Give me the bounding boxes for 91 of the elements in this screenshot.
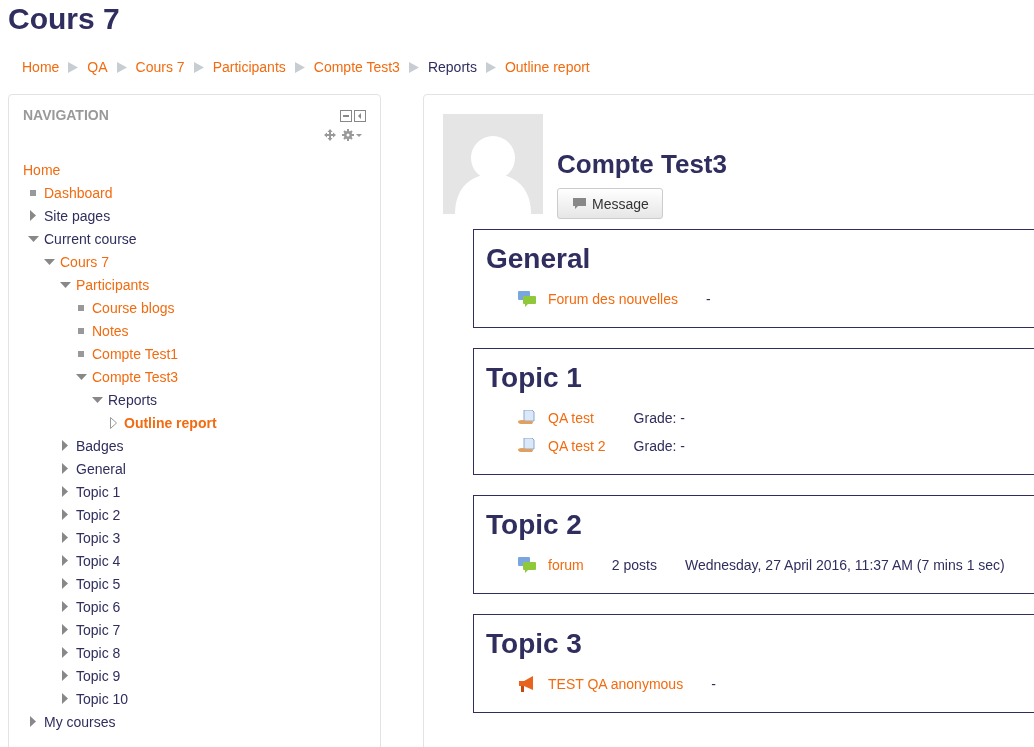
bullet-icon <box>78 304 84 311</box>
block-title: NAVIGATION <box>23 107 109 123</box>
collapsed-arrow-icon[interactable] <box>62 555 68 566</box>
expanded-arrow-icon[interactable] <box>43 258 55 265</box>
navigation-link[interactable]: Course blogs <box>92 299 175 316</box>
forum-icon <box>518 557 536 573</box>
bullet-icon <box>78 350 84 357</box>
collapsed-arrow-icon[interactable] <box>62 624 68 635</box>
breadcrumb-link[interactable]: Compte Test3 <box>313 59 400 75</box>
activity-link[interactable]: QA test 2 <box>548 432 606 460</box>
breadcrumb-separator-icon <box>68 61 79 73</box>
activity-detail: - <box>705 290 711 309</box>
speech-bubble-icon <box>573 197 586 210</box>
activity-detail: Wednesday, 27 April 2016, 11:37 AM (7 mins 1 sec) <box>684 556 1005 575</box>
navigation-item[interactable]: Badges <box>76 437 124 454</box>
navigation-item[interactable]: Topic 9 <box>76 667 121 684</box>
navigation-item[interactable]: Topic 6 <box>76 598 121 615</box>
navigation-item[interactable]: Topic 2 <box>76 506 121 523</box>
expanded-arrow-icon[interactable] <box>91 396 103 403</box>
navigation-item[interactable]: Reports <box>108 391 158 408</box>
navigation-item[interactable]: Topic 3 <box>76 529 121 546</box>
expanded-arrow-icon[interactable] <box>27 235 39 242</box>
bullet-icon <box>78 327 84 334</box>
dock-icon[interactable] <box>354 110 366 122</box>
section-title: Topic 2 <box>486 509 583 541</box>
quiz-icon <box>518 438 536 454</box>
navigation-link[interactable]: Cours 7 <box>60 253 110 270</box>
collapsed-arrow-icon[interactable] <box>62 601 68 612</box>
section-title: Topic 1 <box>486 362 583 394</box>
settings-icon[interactable] <box>342 129 362 141</box>
megaphone-icon <box>518 676 536 692</box>
breadcrumb-link[interactable]: Outline report <box>504 59 590 75</box>
collapsed-arrow-icon <box>109 416 117 429</box>
move-icon[interactable] <box>324 129 336 141</box>
navigation-link[interactable]: Participants <box>76 276 150 293</box>
section-title: General <box>486 243 592 275</box>
navigation-item[interactable]: General <box>76 460 126 477</box>
message-button[interactable]: Message <box>557 188 663 219</box>
activity-detail: Grade: - <box>633 409 685 428</box>
collapsed-arrow-icon[interactable] <box>30 716 36 727</box>
collapsed-arrow-icon[interactable] <box>30 210 36 221</box>
section-title: Topic 3 <box>486 628 583 660</box>
collapsed-arrow-icon[interactable] <box>62 670 68 681</box>
collapsed-arrow-icon[interactable] <box>62 440 68 451</box>
navigation-item[interactable]: Current course <box>44 230 137 247</box>
breadcrumb-link[interactable]: Participants <box>212 59 286 75</box>
collapsed-arrow-icon[interactable] <box>62 463 68 474</box>
activity-detail: - <box>711 675 716 694</box>
collapsed-arrow-icon[interactable] <box>62 693 68 704</box>
activity-detail: 2 posts <box>611 556 657 575</box>
breadcrumb-link[interactable]: Home <box>22 59 60 75</box>
navigation-item[interactable]: Topic 7 <box>76 621 121 638</box>
activity-link[interactable]: QA test <box>548 404 606 432</box>
collapsed-arrow-icon[interactable] <box>62 532 68 543</box>
navigation-link[interactable]: Dashboard <box>44 184 113 201</box>
activity-link[interactable]: forum <box>548 551 584 579</box>
page-title: Cours 7 <box>7 1 121 37</box>
activity-link[interactable]: TEST QA anonymous <box>548 670 684 698</box>
minimize-icon[interactable] <box>340 110 352 122</box>
breadcrumb-separator-icon <box>193 61 204 73</box>
collapsed-arrow-icon[interactable] <box>62 509 68 520</box>
navigation-item[interactable]: Topic 1 <box>76 483 121 500</box>
navigation-item[interactable]: Topic 8 <box>76 644 121 661</box>
breadcrumb-item[interactable]: Reports <box>427 59 477 75</box>
collapsed-arrow-icon[interactable] <box>62 647 68 658</box>
breadcrumb-separator-icon <box>485 61 496 73</box>
navigation-link[interactable]: Notes <box>92 322 129 339</box>
forum-icon <box>518 291 536 307</box>
breadcrumb-separator-icon <box>294 61 305 73</box>
navigation-link[interactable]: Compte Test1 <box>92 345 179 362</box>
breadcrumb-separator-icon <box>116 61 127 73</box>
navigation-link[interactable]: Compte Test3 <box>92 368 179 385</box>
quiz-icon <box>518 410 536 426</box>
navigation-link[interactable]: Outline report <box>124 414 217 431</box>
user-name: Compte Test3 <box>557 148 727 180</box>
navigation-item[interactable]: Topic 10 <box>76 690 129 707</box>
navigation-item[interactable]: My courses <box>44 713 116 730</box>
expanded-arrow-icon[interactable] <box>59 281 71 288</box>
breadcrumb-link[interactable]: QA <box>87 59 108 75</box>
navigation-item[interactable]: Topic 4 <box>76 552 121 569</box>
navigation-item[interactable]: Site pages <box>44 207 111 224</box>
navigation-item[interactable]: Topic 5 <box>76 575 121 592</box>
activity-link[interactable]: Forum des nouvelles <box>548 285 678 313</box>
breadcrumb-link[interactable]: Cours 7 <box>135 59 185 75</box>
bullet-icon <box>30 189 36 196</box>
activity-detail: Grade: - <box>633 437 685 456</box>
collapsed-arrow-icon[interactable] <box>62 486 68 497</box>
breadcrumb-separator-icon <box>408 61 419 73</box>
expanded-arrow-icon[interactable] <box>75 373 87 380</box>
collapsed-arrow-icon[interactable] <box>62 578 68 589</box>
navigation-link[interactable]: Home <box>23 161 61 178</box>
